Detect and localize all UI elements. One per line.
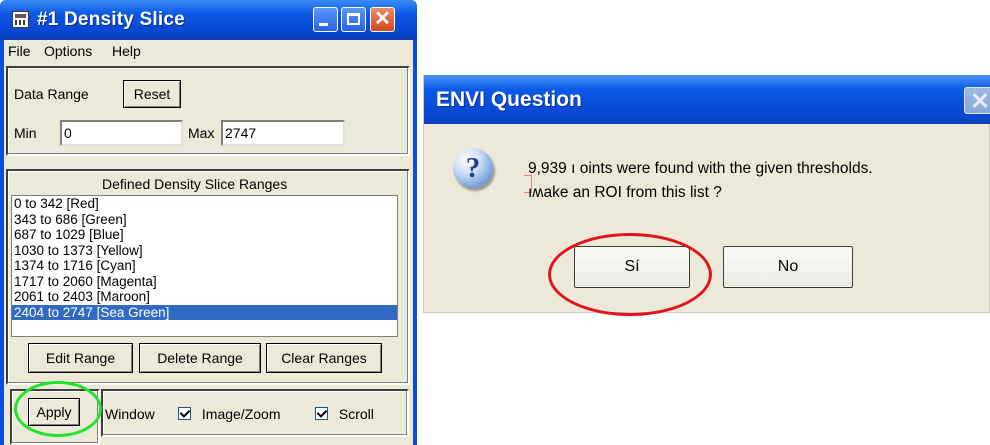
window-options-group: Window Image/Zoom Scroll — [101, 389, 409, 437]
red-highlight-circle — [548, 233, 712, 316]
max-label: Max — [188, 125, 215, 141]
list-item[interactable]: 1030 to 1373 [Yellow] — [12, 243, 397, 259]
scroll-checkbox[interactable] — [315, 407, 328, 420]
list-item[interactable]: 2061 to 2403 [Maroon] — [12, 289, 397, 305]
app-icon — [12, 11, 29, 28]
max-input[interactable]: 2747 — [221, 120, 345, 146]
close-icon: ✕ — [374, 8, 391, 30]
question-icon: ? — [453, 148, 493, 188]
min-input[interactable]: 0 — [60, 120, 183, 146]
scroll-option[interactable]: Scroll — [315, 406, 374, 422]
list-item[interactable]: 1374 to 1716 [Cyan] — [12, 258, 397, 274]
green-highlight-circle — [14, 381, 102, 437]
image-zoom-label: Image/Zoom — [201, 406, 281, 422]
dialog-close-button[interactable] — [964, 87, 990, 114]
menu-options[interactable]: Options — [44, 43, 92, 59]
menu-file[interactable]: File — [8, 43, 31, 59]
density-slice-titlebar[interactable]: #1 Density Slice ✕ — [0, 0, 417, 40]
image-zoom-option[interactable]: Image/Zoom — [178, 406, 280, 422]
scroll-label: Scroll — [338, 406, 374, 422]
image-zoom-checkbox[interactable] — [178, 407, 191, 420]
question-titlebar[interactable]: ENVI Question — [424, 75, 990, 124]
minimize-button[interactable] — [313, 7, 338, 32]
close-button[interactable]: ✕ — [370, 7, 395, 32]
list-item[interactable]: 0 to 342 [Red] — [12, 196, 397, 212]
maximize-button[interactable] — [341, 7, 366, 32]
clear-ranges-button[interactable]: Clear Ranges — [266, 343, 382, 373]
window-title: #1 Density Slice — [37, 9, 185, 30]
message-line-1: 9,939 ı oints were found with the given … — [528, 160, 873, 177]
data-range-group: Data Range Reset Min 0 Max 2747 — [6, 66, 410, 156]
message-line-2: ıʍake an ROI from this list ? — [528, 184, 722, 201]
envi-question-dialog: ENVI Question ? 9,939 ı oints were found… — [423, 75, 990, 316]
data-range-label: Data Range — [14, 86, 89, 102]
list-item-selected[interactable]: 2404 to 2747 [Sea Green] — [12, 304, 397, 320]
ranges-group: Defined Density Slice Ranges 0 to 342 [R… — [6, 169, 410, 385]
maximize-icon — [347, 13, 360, 25]
list-item[interactable]: 687 to 1029 [Blue] — [12, 227, 397, 243]
list-item[interactable]: 343 to 686 [Green] — [12, 212, 397, 228]
dialog-title: ENVI Question — [436, 88, 582, 111]
min-label: Min — [14, 125, 37, 141]
density-slice-window: #1 Density Slice ✕ File Options Help Dat… — [0, 0, 417, 445]
delete-range-button[interactable]: Delete Range — [139, 343, 261, 373]
minimize-icon — [319, 23, 328, 26]
edit-range-button[interactable]: Edit Range — [28, 343, 133, 373]
ranges-title: Defined Density Slice Ranges — [102, 176, 288, 192]
reset-button[interactable]: Reset — [123, 80, 181, 108]
no-button[interactable]: No — [723, 246, 853, 288]
window-label: Window — [105, 406, 155, 422]
menu-bar: File Options Help — [4, 40, 413, 62]
list-item[interactable]: 1717 to 2060 [Magenta] — [12, 274, 397, 290]
menu-help[interactable]: Help — [112, 43, 141, 59]
ranges-listbox[interactable]: 0 to 342 [Red] 343 to 686 [Green] 687 to… — [11, 195, 398, 337]
